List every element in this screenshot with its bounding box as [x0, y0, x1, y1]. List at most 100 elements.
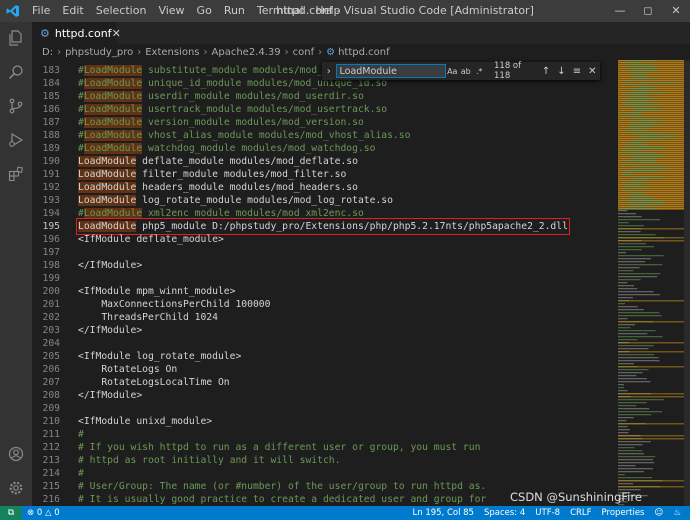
remote-indicator-icon[interactable]: ⧉ — [0, 506, 22, 520]
breadcrumb-item[interactable]: phpstudy_pro — [65, 47, 133, 58]
line-number: 200 — [42, 286, 61, 297]
line-number: 214 — [42, 468, 61, 479]
line-ending[interactable]: CRLF — [565, 508, 596, 518]
explorer-icon[interactable] — [0, 22, 32, 54]
code-text: LoadModule filter_module modules/mod_fil… — [78, 169, 347, 180]
minimap-line — [618, 228, 686, 230]
vertical-scrollbar[interactable] — [684, 60, 690, 506]
tab-httpd-conf[interactable]: ⚙ httpd.conf ✕ — [32, 22, 121, 44]
minimap-line — [618, 366, 686, 368]
minimap-line — [635, 188, 650, 190]
minimap-line — [618, 435, 686, 437]
code-text: # — [78, 429, 84, 440]
code-line: 214 # — [32, 467, 616, 480]
encoding[interactable]: UTF-8 — [530, 508, 565, 518]
code-text: #LoadModule xml2enc_module modules/mod_x… — [78, 208, 364, 219]
use-regex-toggle[interactable]: .* — [473, 67, 487, 76]
code-line: 211 # — [32, 428, 616, 441]
minimap-line — [624, 186, 644, 188]
match-whole-word-toggle[interactable]: ab — [459, 67, 473, 76]
line-number: 211 — [42, 429, 61, 440]
minimap[interactable] — [616, 60, 690, 506]
minimap-line — [618, 333, 648, 335]
minimap-line — [633, 118, 664, 120]
minimap-line — [618, 303, 626, 305]
toggle-replace-icon[interactable]: › — [322, 66, 336, 77]
minimap-line — [639, 86, 655, 88]
indentation[interactable]: Spaces: 4 — [479, 508, 530, 518]
breadcrumb-item[interactable]: Apache2.4.39 — [212, 47, 281, 58]
minimap-line — [618, 258, 652, 260]
line-number: 203 — [42, 325, 61, 336]
manage-gear-icon[interactable] — [0, 472, 32, 504]
breadcrumb-item[interactable]: conf — [293, 47, 314, 58]
match-case-toggle[interactable]: Aa — [446, 67, 460, 76]
breadcrumb-item[interactable]: httpd.conf — [338, 47, 390, 58]
minimap-line — [618, 318, 628, 320]
menu-file[interactable]: File — [26, 0, 56, 22]
minimap-line — [618, 130, 686, 132]
menu-edit[interactable]: Edit — [56, 0, 89, 22]
extensions-icon[interactable] — [0, 158, 32, 190]
minimap-line — [633, 76, 649, 78]
next-match-icon[interactable]: ↓ — [554, 66, 569, 77]
code-line: 186 #LoadModule usertrack_module modules/… — [32, 103, 616, 116]
code-line: 208 </IfModule> — [32, 389, 616, 402]
cursor-position[interactable]: Ln 195, Col 85 — [408, 508, 479, 518]
code-line: 203 </IfModule> — [32, 324, 616, 337]
minimap-line — [620, 198, 653, 200]
minimap-line — [618, 114, 686, 116]
code-editor[interactable]: 183 #LoadModule substitute_module modules… — [32, 60, 616, 506]
close-tab-icon[interactable]: ✕ — [112, 27, 121, 40]
search-match-highlight: LoadModule — [83, 91, 143, 102]
accounts-icon[interactable] — [0, 438, 32, 470]
minimize-button[interactable]: — — [606, 0, 634, 22]
source-control-icon[interactable] — [0, 90, 32, 122]
find-in-selection-icon[interactable]: ≡ — [569, 66, 584, 77]
code-text: # — [78, 468, 84, 479]
menu-view[interactable]: View — [152, 0, 190, 22]
search-match-highlight: LoadModule — [78, 169, 137, 180]
line-number: 192 — [42, 182, 61, 193]
language-mode[interactable]: Properties — [597, 508, 650, 518]
code-text: <IfModule unixd_module> — [78, 416, 213, 427]
close-find-icon[interactable]: ✕ — [585, 66, 600, 77]
menu-go[interactable]: Go — [191, 0, 218, 22]
breadcrumb-item[interactable]: Extensions — [145, 47, 199, 58]
title-bar: File Edit Selection View Go Run Terminal… — [0, 0, 690, 22]
minimap-line — [626, 142, 648, 144]
menu-run[interactable]: Run — [218, 0, 251, 22]
code-text: #LoadModule usertrack_module modules/mod… — [78, 104, 388, 115]
minimap-line — [618, 237, 686, 239]
problems-indicator[interactable]: ⊗ 0 △ 0 — [22, 508, 65, 518]
minimap-line — [631, 68, 655, 70]
previous-match-icon[interactable]: ↑ — [538, 66, 553, 77]
minimap-line — [623, 172, 635, 174]
minimap-line — [631, 78, 656, 80]
run-debug-icon[interactable] — [0, 124, 32, 156]
find-input[interactable] — [335, 64, 446, 78]
minimap-line — [625, 148, 665, 150]
line-number: 193 — [42, 195, 61, 206]
close-window-button[interactable]: ✕ — [662, 0, 690, 22]
minimap-line — [618, 375, 637, 377]
minimap-line — [628, 94, 646, 96]
search-match-highlight: LoadModule — [78, 221, 137, 232]
notifications-bell-icon[interactable]: ♨ — [668, 508, 686, 518]
minimap-line — [621, 174, 633, 176]
minimap-line — [618, 188, 686, 190]
maximize-button[interactable]: ◻ — [634, 0, 662, 22]
menu-selection[interactable]: Selection — [90, 0, 153, 22]
search-icon[interactable] — [0, 56, 32, 88]
code-text: LoadModule php5_module D:/phpstudy_pro/E… — [76, 218, 570, 235]
minimap-line — [621, 184, 642, 186]
feedback-icon[interactable]: ☺ — [650, 508, 669, 518]
minimap-line — [620, 164, 636, 166]
breadcrumb-item[interactable]: D: — [42, 47, 53, 58]
minimap-line — [618, 225, 644, 227]
minimap-line — [618, 288, 638, 290]
warning-count: 0 — [54, 508, 60, 518]
minimap-line — [618, 444, 643, 446]
minimap-line — [618, 276, 658, 278]
minimap-line — [618, 261, 646, 263]
